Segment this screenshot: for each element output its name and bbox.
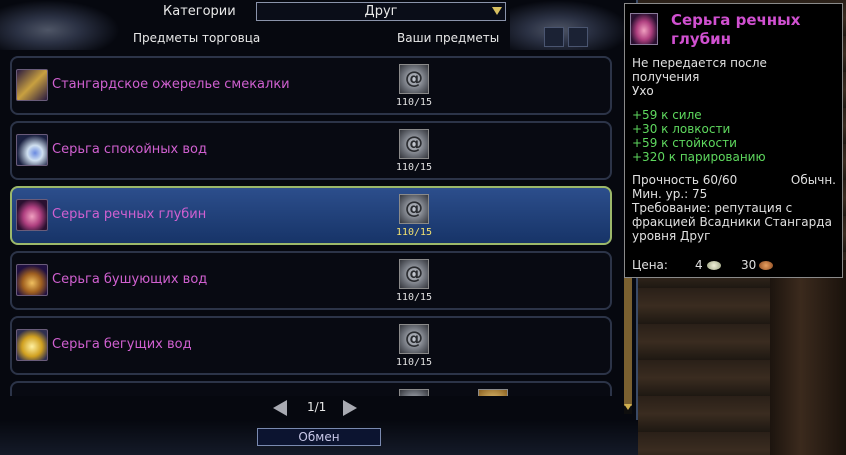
silver-coin-icon xyxy=(707,258,721,272)
list-item-selected[interactable]: Серьга речных глубин 110/15 xyxy=(10,186,612,245)
tooltip-title: Серьга речных глубин xyxy=(671,11,801,48)
tooltip-durability: Прочность 60/60 xyxy=(632,173,738,187)
vendor-window: Категории Друг Предметы торговца Ваши пр… xyxy=(0,0,638,455)
item-tooltip: Серьга речных глубин Не передается после… xyxy=(624,3,843,278)
list-item[interactable]: Стангардское ожерелье смекалки 110/15 xyxy=(10,56,612,115)
earring-yellow-icon xyxy=(16,329,48,361)
pager: 1/1 xyxy=(270,398,370,418)
list-item[interactable]: Серьга бегущих вод 110/15 xyxy=(10,316,612,375)
currency-token-icon xyxy=(399,324,429,354)
earring-pink-icon xyxy=(630,13,658,45)
earring-blue-icon xyxy=(16,134,48,166)
tooltip-price-label: Цена: xyxy=(632,258,668,272)
item-name: Серьга спокойных вод xyxy=(52,142,207,157)
category-select[interactable]: Друг xyxy=(256,2,506,21)
gold-token-icon xyxy=(478,389,508,396)
previous-page-icon[interactable] xyxy=(273,400,287,416)
chevron-down-icon[interactable] xyxy=(492,7,502,15)
list-item-partial[interactable] xyxy=(10,381,612,396)
tooltip-slot: Ухо xyxy=(632,84,654,98)
tooltip-price-silver: 4 xyxy=(695,258,703,272)
tooltip-requirement-1: Требование: репутация с xyxy=(632,201,793,215)
your-items-header: Ваши предметы xyxy=(397,31,500,45)
list-item[interactable]: Серьга бушующих вод 110/15 xyxy=(10,251,612,310)
cost-quantity: 110/15 xyxy=(395,357,433,368)
tooltip-stat: +59 к силе xyxy=(632,108,702,122)
currency-token-icon xyxy=(399,129,429,159)
tooltip-stat: +59 к стойкости xyxy=(632,136,737,150)
cost-quantity: 110/15 xyxy=(395,97,433,108)
tooltip-quality: Обычн. xyxy=(790,173,836,187)
scroll-down-icon[interactable] xyxy=(624,404,632,410)
cost-quantity: 110/15 xyxy=(395,292,433,303)
item-list: Стангардское ожерелье смекалки 110/15 Се… xyxy=(10,56,612,396)
cost-quantity: 110/15 xyxy=(395,227,433,238)
item-name: Серьга речных глубин xyxy=(52,207,207,222)
list-item[interactable]: Серьга спокойных вод 110/15 xyxy=(10,121,612,180)
currency-token-icon xyxy=(399,259,429,289)
tooltip-stat: +30 к ловкости xyxy=(632,122,731,136)
tooltip-bind-line1: Не передается после xyxy=(632,56,767,70)
earring-pink-icon xyxy=(16,199,48,231)
item-name: Серьга бушующих вод xyxy=(52,272,208,287)
page-indicator: 1/1 xyxy=(307,400,327,414)
tooltip-stat: +320 к парированию xyxy=(632,150,766,164)
item-name: Стангардское ожерелье смекалки xyxy=(52,77,290,92)
background-post xyxy=(770,260,846,455)
window-button-1[interactable] xyxy=(544,27,564,47)
tooltip-requirement-3: уровня Друг xyxy=(632,229,711,243)
tooltip-bind-line2: получения xyxy=(632,70,700,84)
next-page-icon[interactable] xyxy=(343,400,357,416)
category-value: Друг xyxy=(364,4,398,19)
exchange-button[interactable]: Обмен xyxy=(257,428,381,446)
earring-gold-icon xyxy=(16,264,48,296)
vendor-items-header: Предметы торговца xyxy=(133,31,261,45)
currency-token-icon xyxy=(399,64,429,94)
header: Категории Друг Предметы торговца Ваши пр… xyxy=(0,0,638,50)
item-name: Серьга бегущих вод xyxy=(52,337,192,352)
currency-token-icon xyxy=(399,389,429,396)
window-button-2[interactable] xyxy=(568,27,588,47)
bronze-coin-icon xyxy=(759,258,773,272)
tooltip-min-level: Мин. ур.: 75 xyxy=(632,187,708,201)
currency-token-icon xyxy=(399,194,429,224)
necklace-icon xyxy=(16,69,48,101)
category-label: Категории xyxy=(163,4,236,19)
tooltip-price-bronze: 30 xyxy=(741,258,757,272)
cost-quantity: 110/15 xyxy=(395,162,433,173)
tooltip-requirement-2: фракцией Всадники Стангарда xyxy=(632,215,832,229)
